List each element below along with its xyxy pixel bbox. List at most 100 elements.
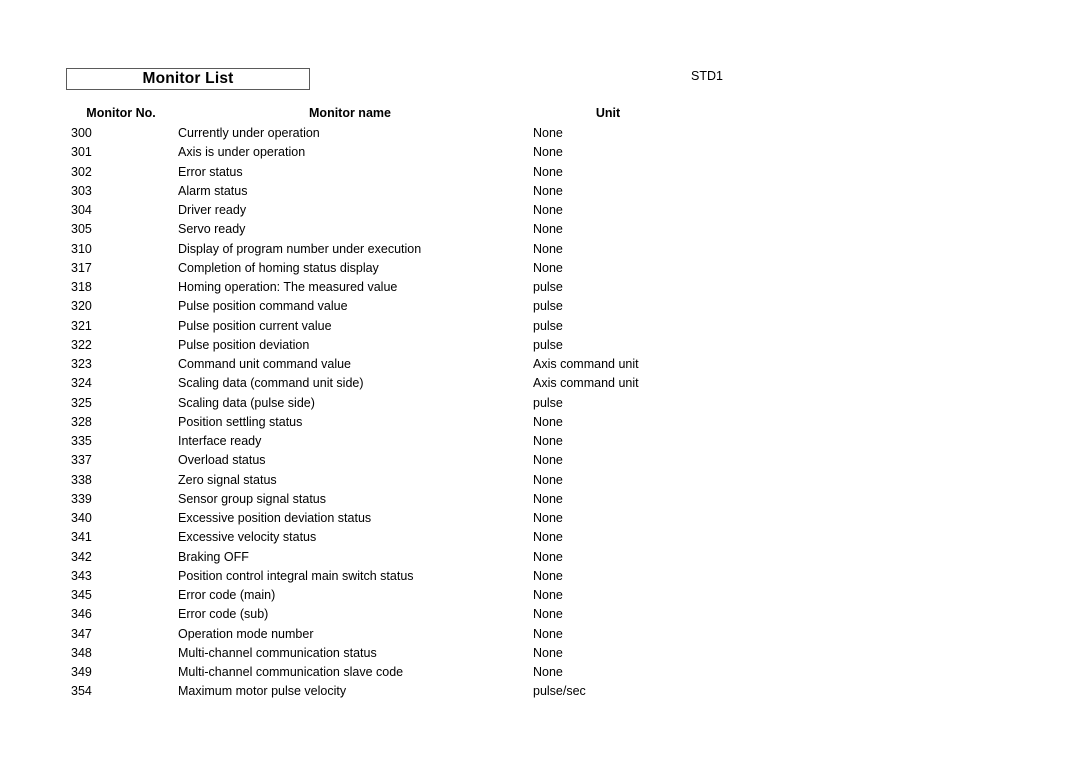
cell-name: Driver ready — [178, 203, 247, 217]
cell-unit: None — [533, 530, 563, 545]
cell-unit: pulse — [533, 299, 563, 314]
cell-name: Pulse position current value — [178, 318, 332, 333]
cell-name: Error status — [178, 164, 243, 179]
cell-name: Position settling status — [178, 414, 303, 429]
cell-no: 345 — [71, 588, 92, 602]
cell-name: Pulse position deviation — [178, 337, 310, 352]
cell-name: Error code (main) — [178, 588, 276, 602]
table-row: 342 Braking OFF None — [0, 550, 1080, 569]
table-row: 303 Alarm status None — [0, 184, 1080, 203]
cell-no: 354 — [71, 684, 92, 699]
cell-no: 325 — [71, 395, 92, 410]
cell-unit: None — [533, 568, 563, 583]
cell-unit: pulse/sec — [533, 684, 586, 699]
cell-name: Error code (sub) — [178, 607, 269, 622]
cell-no: 323 — [71, 357, 92, 371]
table-row: 325 Scaling data (pulse side) pulse — [0, 396, 1080, 415]
table-row: 328 Position settling status None — [0, 415, 1080, 434]
cell-name: Excessive velocity status — [178, 530, 317, 545]
table-row: 337 Overload status None — [0, 453, 1080, 472]
cell-unit: None — [533, 472, 563, 487]
cell-no: 318 — [71, 280, 92, 294]
cell-no: 320 — [71, 299, 92, 314]
table-row: 341 Excessive velocity status None — [0, 530, 1080, 549]
cell-unit: None — [533, 414, 563, 429]
table-row: 302 Error status None — [0, 165, 1080, 184]
table-row: 340 Excessive position deviation status No… — [0, 511, 1080, 530]
cell-no: 324 — [71, 376, 92, 391]
cell-name: Operation mode number — [178, 626, 314, 641]
cell-unit: None — [533, 549, 563, 564]
cell-unit: None — [533, 126, 563, 140]
table-row: 310 Display of program number under execu… — [0, 242, 1080, 261]
cell-no: 300 — [71, 126, 92, 140]
cell-unit: pulse — [533, 395, 563, 410]
cell-name: Maximum motor pulse velocity — [178, 684, 347, 699]
table-row: 347 Operation mode number None — [0, 627, 1080, 646]
cell-no: 349 — [71, 665, 92, 679]
cell-name: Command unit command value — [178, 357, 351, 371]
cell-no: 301 — [71, 145, 92, 160]
cell-no: 302 — [71, 164, 92, 179]
table-row: 322 Pulse position deviation pulse — [0, 338, 1080, 357]
table-row: 349 Multi-channel communication slave cod… — [0, 665, 1080, 684]
table-row: 343 Position control integral main switch… — [0, 569, 1080, 588]
cell-unit: None — [533, 588, 563, 602]
table-row: 304 Driver ready None — [0, 203, 1080, 222]
cell-unit: None — [533, 222, 563, 237]
table-row: 301 Axis is under operation None — [0, 145, 1080, 164]
table-row: 320 Pulse position command value pulse — [0, 299, 1080, 318]
column-header-monitor-name: Monitor name — [309, 106, 391, 120]
cell-no: 342 — [71, 549, 92, 564]
column-header-unit: Unit — [595, 106, 621, 120]
page-title: Monitor List — [142, 70, 234, 88]
table-row: 348 Multi-channel communication status Non… — [0, 646, 1080, 665]
cell-unit: None — [533, 607, 563, 622]
table-row: 321 Pulse position current value pulse — [0, 319, 1080, 338]
cell-name: Axis is under operation — [178, 145, 306, 160]
document-page: Monitor List STD1 Monitor No. Monitor na… — [0, 0, 1080, 763]
cell-unit: Axis command unit — [533, 357, 639, 371]
cell-name: Braking OFF — [178, 549, 249, 564]
cell-no: 322 — [71, 337, 92, 352]
cell-unit: pulse — [533, 318, 563, 333]
table-row: 354 Maximum motor pulse velocity pulse/sec — [0, 684, 1080, 703]
cell-name: Scaling data (command unit side) — [178, 376, 364, 391]
cell-no: 317 — [71, 260, 92, 275]
cell-no: 337 — [71, 453, 92, 468]
table-row: 324 Scaling data (command unit side) Axis … — [0, 376, 1080, 395]
cell-no: 339 — [71, 491, 92, 506]
cell-no: 340 — [71, 511, 92, 525]
cell-unit: None — [533, 645, 563, 660]
cell-unit: None — [533, 183, 563, 198]
cell-unit: None — [533, 203, 563, 217]
cell-name: Display of program number under executio… — [178, 241, 422, 256]
cell-unit: pulse — [533, 337, 563, 352]
document-title-box: Monitor List — [66, 68, 310, 90]
cell-no: 343 — [71, 568, 92, 583]
cell-unit: None — [533, 491, 563, 506]
cell-unit: Axis command unit — [533, 376, 639, 391]
cell-name: Alarm status — [178, 183, 248, 198]
table-row: 346 Error code (sub) None — [0, 607, 1080, 626]
cell-no: 303 — [71, 183, 92, 198]
cell-no: 304 — [71, 203, 92, 217]
cell-name: Zero signal status — [178, 472, 277, 487]
cell-unit: None — [533, 453, 563, 468]
cell-unit: None — [533, 665, 563, 679]
cell-name: Position control integral main switch st… — [178, 568, 414, 583]
cell-no: 321 — [71, 318, 92, 333]
table-row: 305 Servo ready None — [0, 222, 1080, 241]
cell-no: 346 — [71, 607, 92, 622]
cell-name: Multi-channel communication slave code — [178, 665, 404, 679]
cell-unit: None — [533, 241, 563, 256]
cell-name: Interface ready — [178, 434, 262, 448]
cell-name: Scaling data (pulse side) — [178, 395, 315, 410]
cell-no: 347 — [71, 626, 92, 641]
table-row: 323 Command unit command value Axis comman… — [0, 357, 1080, 376]
cell-unit: None — [533, 164, 563, 179]
table-row: 335 Interface ready None — [0, 434, 1080, 453]
cell-name: Homing operation: The measured value — [178, 280, 398, 294]
cell-no: 305 — [71, 222, 92, 237]
cell-no: 310 — [71, 241, 92, 256]
